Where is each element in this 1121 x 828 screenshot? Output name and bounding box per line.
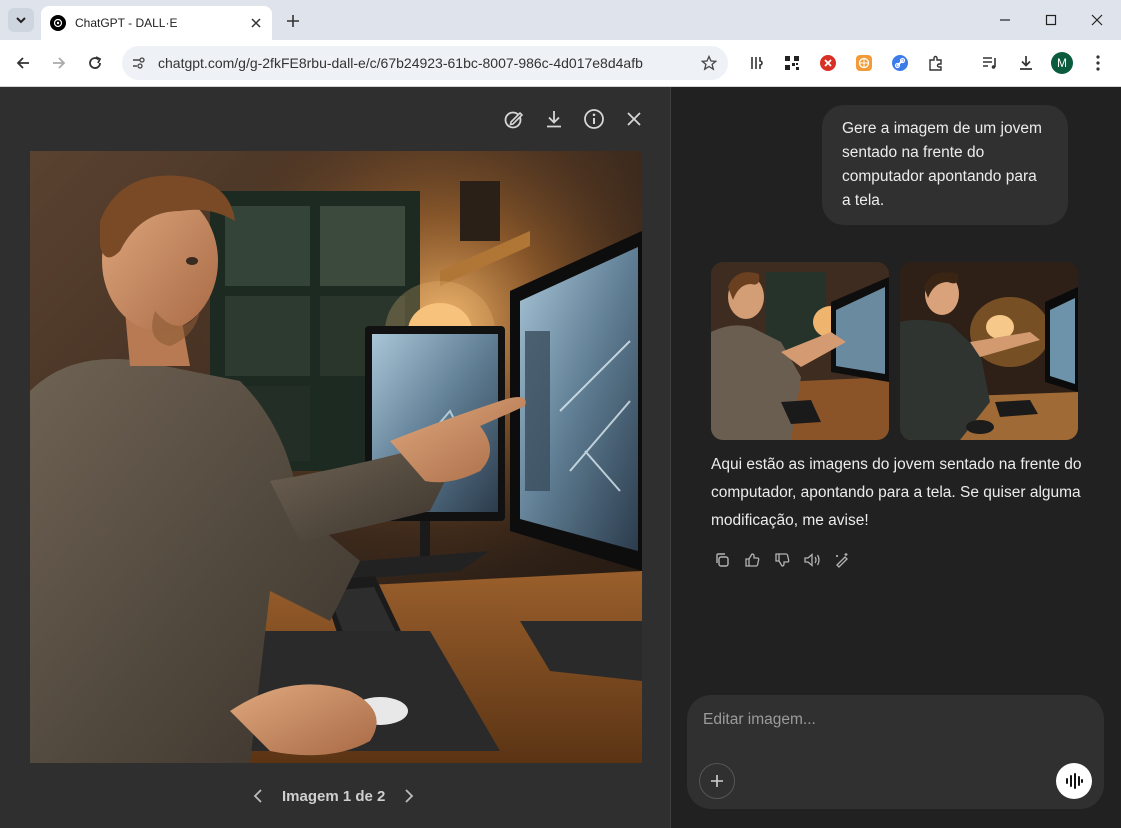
maximize-icon[interactable] [1036,6,1066,34]
image-viewer: Imagem 1 de 2 [0,87,670,828]
next-image-chevron-icon[interactable] [399,785,419,807]
tab-search-button[interactable] [8,8,34,32]
profile-avatar[interactable]: M [1051,52,1073,74]
generated-image-main [30,151,642,763]
edit-image-icon[interactable] [502,107,526,131]
downloads-icon[interactable] [1016,53,1036,73]
extensions-puzzle-icon[interactable] [926,53,946,73]
browser-tab[interactable]: ChatGPT - DALL·E [41,6,272,40]
image-thumbnail-2[interactable] [900,262,1078,440]
extension-tool-icon[interactable] [746,53,766,73]
bookmark-star-icon[interactable] [698,52,720,74]
voice-mode-icon[interactable] [1056,763,1092,799]
download-icon[interactable] [542,107,566,131]
forward-arrow-icon[interactable] [46,50,72,76]
close-viewer-icon[interactable] [622,107,646,131]
user-message: Gere a imagem de um jovem sentado na fre… [822,105,1068,225]
thumbs-up-icon[interactable] [741,549,763,571]
media-controls-icon[interactable] [980,53,1000,73]
chevron-down-icon [16,17,26,24]
edit-image-composer[interactable]: Editar imagem... [687,695,1104,809]
copy-icon[interactable] [711,549,733,571]
edit-wand-icon[interactable] [831,549,853,571]
back-arrow-icon[interactable] [10,50,36,76]
qr-code-icon[interactable] [782,53,802,73]
browser-toolbar: chatgpt.com/g/g-2fkFE8rbu-dall-e/c/67b24… [0,40,1121,87]
tab-close-icon[interactable] [246,13,266,33]
address-bar[interactable]: chatgpt.com/g/g-2fkFE8rbu-dall-e/c/67b24… [122,46,728,80]
message-actions [711,549,861,571]
chat-panel: Gere a imagem de um jovem sentado na fre… [671,87,1121,828]
thumbs-down-icon[interactable] [771,549,793,571]
translate-extension-icon[interactable] [854,53,874,73]
attach-plus-icon[interactable] [699,763,735,799]
new-tab-plus-icon[interactable] [282,10,304,32]
reload-icon[interactable] [82,50,108,76]
link-extension-icon[interactable] [890,53,910,73]
image-thumbnail-1[interactable] [711,262,889,440]
url-text: chatgpt.com/g/g-2fkFE8rbu-dall-e/c/67b24… [158,55,643,71]
assistant-message: Aqui estão as imagens do jovem sentado n… [711,456,1082,529]
kebab-menu-icon[interactable] [1088,53,1108,73]
info-icon[interactable] [582,107,606,131]
composer-input[interactable]: Editar imagem... [703,711,816,729]
read-aloud-icon[interactable] [801,549,823,571]
tab-title: ChatGPT - DALL·E [75,16,178,30]
window-close-icon[interactable] [1082,6,1112,34]
site-settings-icon[interactable] [130,55,146,71]
block-extension-icon[interactable] [818,53,838,73]
browser-tab-strip: ChatGPT - DALL·E [0,0,1121,40]
image-pager: Imagem 1 de 2 [248,784,428,808]
chatgpt-logo-icon [50,15,66,31]
pager-label: Imagem 1 de 2 [282,787,386,805]
minimize-icon[interactable] [990,6,1020,34]
previous-image-chevron-icon[interactable] [248,785,268,807]
